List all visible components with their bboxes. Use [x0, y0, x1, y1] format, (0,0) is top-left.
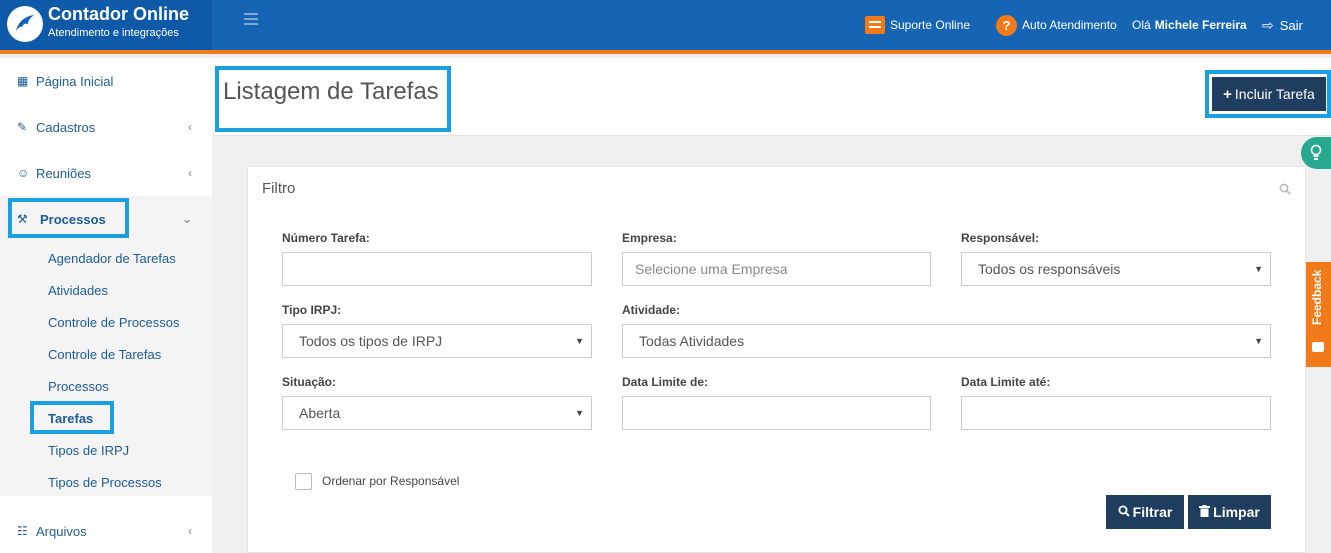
limpar-label: Limpar [1213, 504, 1260, 520]
tips-tab[interactable] [1301, 137, 1331, 169]
sidebar-item-cadastros[interactable]: ✎ Cadastros ‹ [0, 104, 212, 150]
logo [7, 6, 43, 42]
user-name: Michele Ferreira [1154, 18, 1247, 32]
trash-icon [1199, 504, 1211, 520]
chat-icon [865, 16, 885, 34]
responsavel-value: Todos os responsáveis [978, 261, 1121, 277]
feedback-tab[interactable]: Feedback [1303, 262, 1331, 367]
tipo-irpj-value: Todos os tipos de IRPJ [299, 333, 443, 349]
incluir-tarefa-label: Incluir Tarefa [1234, 86, 1315, 102]
brand[interactable]: Contador Online Atendimento e integraçõe… [0, 0, 212, 50]
sidebar-subitem-processos[interactable]: Processos [48, 379, 109, 394]
logout-label: Sair [1279, 17, 1303, 33]
search-icon[interactable] [1279, 183, 1291, 198]
chevron-left-icon: ‹ [188, 524, 192, 538]
sidebar-item-label: Cadastros [36, 119, 96, 135]
caret-down-icon: ▼ [575, 408, 584, 418]
tarefas-highlight [30, 401, 114, 434]
sidebar: ▦ Página Inicial ✎ Cadastros ‹ ☺ Reuniõe… [0, 58, 212, 553]
filtrar-button[interactable]: Filtrar [1106, 495, 1184, 529]
caret-down-icon: ▼ [1254, 264, 1263, 274]
caret-down-icon: ▼ [575, 336, 584, 346]
sidebar-item-reunioes[interactable]: ☺ Reuniões ‹ [0, 150, 212, 196]
chevron-down-icon: ⌄ [181, 212, 192, 226]
caret-down-icon: ▼ [1254, 336, 1263, 346]
chevron-left-icon: ‹ [188, 120, 192, 134]
ordenar-responsavel-checkbox[interactable] [295, 473, 312, 490]
data-limite-ate-label: Data Limite até: [961, 375, 1051, 389]
sidebar-item-arquivos[interactable]: ☷ Arquivos ‹ [0, 508, 212, 553]
tipo-irpj-label: Tipo IRPJ: [282, 303, 342, 317]
processos-highlight [8, 198, 129, 238]
empresa-label: Empresa: [622, 231, 677, 245]
bird-logo-icon [16, 15, 34, 31]
feedback-label: Feedback [1310, 269, 1324, 325]
sidebar-subitem-tipos-processos[interactable]: Tipos de Processos [48, 475, 162, 490]
menu-toggle-icon[interactable] [244, 13, 258, 25]
page-title: Listagem de Tarefas [223, 78, 439, 105]
dashboard-icon: ▦ [17, 74, 29, 88]
brand-subtitle: Atendimento e integrações [48, 27, 179, 39]
greeting-prefix: Olá [1132, 18, 1151, 32]
search-icon [1118, 505, 1130, 520]
atividade-label: Atividade: [622, 303, 681, 317]
sidebar-subitem-agendador[interactable]: Agendador de Tarefas [48, 251, 176, 266]
lightbulb-icon [1310, 144, 1322, 160]
data-limite-ate-input[interactable] [961, 396, 1271, 430]
sidebar-item-label: Página Inicial [36, 73, 114, 89]
limpar-button[interactable]: Limpar [1188, 495, 1271, 529]
situacao-select[interactable]: Aberta ▼ [282, 396, 592, 430]
plus-icon: + [1223, 85, 1232, 103]
data-limite-de-input[interactable] [622, 396, 931, 430]
sidebar-subitem-controle-processos[interactable]: Controle de Processos [48, 315, 180, 330]
incluir-tarefa-button[interactable]: + Incluir Tarefa [1212, 77, 1326, 111]
logout-link[interactable]: ⇨ Sair [1262, 0, 1303, 50]
chevron-left-icon: ‹ [188, 166, 192, 180]
users-icon: ☺ [17, 166, 30, 180]
tipo-irpj-select[interactable]: Todos os tipos de IRPJ ▼ [282, 324, 592, 358]
sidebar-item-label: Reuniões [36, 165, 91, 181]
atividade-value: Todas Atividades [639, 333, 745, 349]
file-icon: ☷ [17, 524, 28, 538]
auto-atendimento-label: Auto Atendimento [1022, 18, 1117, 32]
empresa-select[interactable]: Selecione uma Empresa [622, 252, 931, 286]
sidebar-item-pagina-inicial[interactable]: ▦ Página Inicial [0, 58, 212, 104]
data-limite-de-label: Data Limite de: [622, 375, 709, 389]
auto-atendimento-link[interactable]: ? Auto Atendimento [996, 0, 1117, 50]
filtrar-label: Filtrar [1132, 504, 1173, 520]
suporte-online-link[interactable]: Suporte Online [865, 0, 970, 50]
sign-out-icon: ⇨ [1262, 16, 1274, 33]
numero-tarefa-label: Número Tarefa: [282, 231, 370, 245]
responsavel-select[interactable]: Todos os responsáveis ▼ [961, 252, 1271, 286]
atividade-select[interactable]: Todas Atividades ▼ [622, 324, 1271, 358]
responsavel-label: Responsável: [961, 231, 1040, 245]
sidebar-item-label: Arquivos [36, 523, 87, 539]
brand-title: Contador Online [48, 4, 189, 24]
sidebar-subitem-atividades[interactable]: Atividades [48, 283, 108, 298]
filter-title: Filtro [262, 180, 296, 197]
ordenar-responsavel-label: Ordenar por Responsável [322, 474, 460, 488]
chat-icon [1312, 342, 1324, 352]
situacao-label: Situação: [282, 375, 337, 389]
numero-tarefa-input[interactable] [282, 252, 592, 286]
suporte-online-label: Suporte Online [890, 18, 971, 32]
question-icon: ? [996, 14, 1017, 36]
sidebar-subitem-controle-tarefas[interactable]: Controle de Tarefas [48, 347, 161, 362]
edit-icon: ✎ [17, 120, 28, 134]
user-greeting: Olá Michele Ferreira [1132, 0, 1247, 50]
situacao-value: Aberta [299, 405, 341, 421]
sidebar-subitem-tipos-irpj[interactable]: Tipos de IRPJ [48, 443, 129, 458]
